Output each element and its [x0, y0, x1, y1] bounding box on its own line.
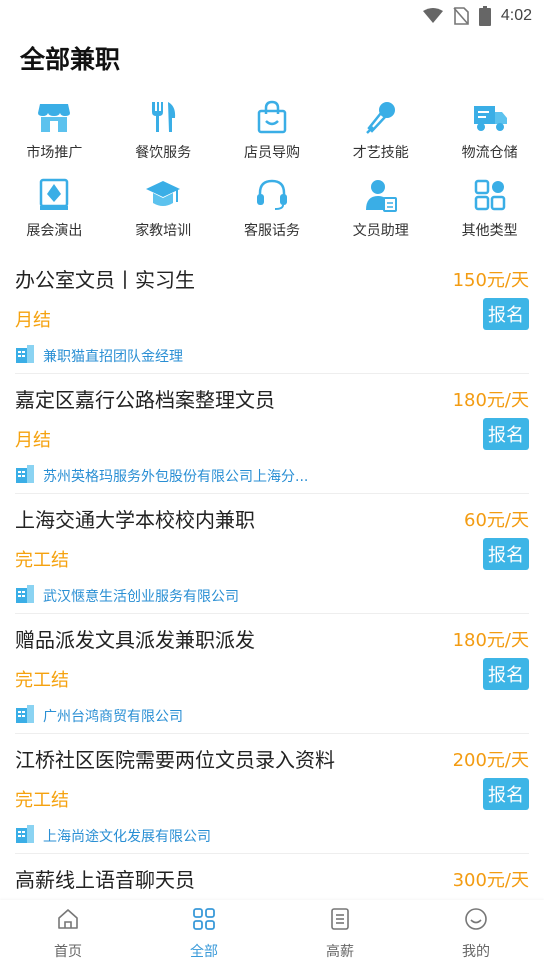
bottom-tab-bar: 首页 全部 高薪 我的 [0, 900, 544, 968]
job-salary: 180元/天 [452, 630, 529, 651]
category-talent-skills[interactable]: 才艺技能 [326, 98, 435, 162]
signup-button[interactable]: 报名 [483, 538, 529, 570]
tab-high-pay[interactable]: 高薪 [272, 900, 408, 968]
job-settlement: 月结 [15, 430, 51, 451]
category-label: 家教培训 [135, 223, 192, 239]
category-other[interactable]: 其他类型 [435, 176, 544, 240]
shop-icon [35, 98, 73, 136]
category-label: 客服话务 [243, 223, 300, 239]
graduation-cap-icon [144, 176, 182, 214]
tab-label: 高薪 [326, 944, 354, 960]
home-icon [56, 907, 80, 935]
company-info: 苏州英格玛服务外包股份有限公司上海分... [15, 464, 308, 488]
signup-button[interactable]: 报名 [483, 298, 529, 330]
category-logistics[interactable]: 物流仓储 [435, 98, 544, 162]
company-info: 广州台鸿商贸有限公司 [15, 704, 183, 728]
job-salary: 60元/天 [464, 510, 529, 531]
category-label: 文员助理 [352, 223, 409, 239]
job-card[interactable]: 赠品派发文具派发兼职派发 180元/天 完工结 报名 广州台鸿商贸有限公司 [15, 614, 529, 734]
category-label: 物流仓储 [461, 145, 518, 161]
company-name: 武汉惬意生活创业服务有限公司 [43, 589, 239, 605]
building-icon [15, 464, 35, 488]
category-tutoring[interactable]: 家教培训 [109, 176, 218, 240]
job-card[interactable]: 上海交通大学本校校内兼职 60元/天 完工结 报名 武汉惬意生活创业服务有限公司 [15, 494, 529, 614]
category-clerk-assistant[interactable]: 文员助理 [326, 176, 435, 240]
category-catering[interactable]: 餐饮服务 [109, 98, 218, 162]
fork-knife-icon [144, 98, 182, 136]
job-title: 高薪线上语音聊天员 [15, 868, 195, 892]
company-name: 苏州英格玛服务外包股份有限公司上海分... [43, 469, 309, 485]
building-icon [15, 344, 35, 368]
company-info: 上海尚途文化发展有限公司 [15, 824, 211, 848]
grid-icon [471, 176, 509, 214]
job-title: 江桥社区医院需要两位文员录入资料 [15, 748, 335, 772]
clerk-icon [362, 176, 400, 214]
smile-icon [464, 907, 488, 935]
category-label: 餐饮服务 [135, 145, 192, 161]
job-title: 赠品派发文具派发兼职派发 [15, 628, 255, 652]
job-list: 办公室文员丨实习生 150元/天 月结 报名 兼职猫直招团队金经理 嘉定区嘉行公… [0, 254, 544, 968]
truck-icon [471, 98, 509, 136]
job-salary: 150元/天 [452, 270, 529, 291]
job-title: 上海交通大学本校校内兼职 [15, 508, 255, 532]
tab-label: 首页 [54, 944, 82, 960]
category-sales-guide[interactable]: 店员导购 [218, 98, 327, 162]
category-label: 店员导购 [243, 145, 300, 161]
tab-home[interactable]: 首页 [0, 900, 136, 968]
category-market-promotion[interactable]: 市场推广 [0, 98, 109, 162]
category-exhibition[interactable]: 展会演出 [0, 176, 109, 240]
company-info: 武汉惬意生活创业服务有限公司 [15, 584, 239, 608]
job-title: 办公室文员丨实习生 [15, 268, 195, 292]
category-label: 才艺技能 [352, 145, 409, 161]
category-grid: 市场推广 餐饮服务 店员导购 才艺技能 物流仓储 展会演出 家教培训 客服话务 … [0, 98, 544, 240]
wifi-icon [422, 8, 443, 24]
pen-nib-icon [35, 176, 73, 214]
headset-icon [253, 176, 291, 214]
job-salary: 200元/天 [452, 750, 529, 771]
status-time: 4:02 [500, 7, 532, 24]
shopping-bag-icon [253, 98, 291, 136]
page-title: 全部兼职 [20, 45, 121, 74]
job-salary: 300元/天 [452, 870, 529, 891]
job-settlement: 完工结 [15, 670, 69, 691]
building-icon [15, 584, 35, 608]
company-name: 兼职猫直招团队金经理 [43, 349, 183, 365]
microphone-icon [362, 98, 400, 136]
building-icon [15, 824, 35, 848]
tab-mine[interactable]: 我的 [408, 900, 544, 968]
category-label: 市场推广 [26, 145, 83, 161]
company-name: 广州台鸿商贸有限公司 [43, 709, 183, 725]
job-settlement: 完工结 [15, 790, 69, 811]
job-card[interactable]: 江桥社区医院需要两位文员录入资料 200元/天 完工结 报名 上海尚途文化发展有… [15, 734, 529, 854]
job-title: 嘉定区嘉行公路档案整理文员 [15, 388, 275, 412]
category-label: 展会演出 [26, 223, 83, 239]
grid-icon [192, 907, 216, 935]
job-card[interactable]: 嘉定区嘉行公路档案整理文员 180元/天 月结 报名 苏州英格玛服务外包股份有限… [15, 374, 529, 494]
category-label: 其他类型 [461, 223, 518, 239]
company-name: 上海尚途文化发展有限公司 [43, 829, 211, 845]
status-bar: 4:02 [0, 0, 544, 32]
job-settlement: 完工结 [15, 550, 69, 571]
company-info: 兼职猫直招团队金经理 [15, 344, 183, 368]
list-icon [328, 907, 352, 935]
battery-icon [478, 6, 491, 26]
signup-button[interactable]: 报名 [483, 658, 529, 690]
job-salary: 180元/天 [452, 390, 529, 411]
job-card[interactable]: 办公室文员丨实习生 150元/天 月结 报名 兼职猫直招团队金经理 [15, 254, 529, 374]
tab-label: 我的 [462, 944, 490, 960]
job-settlement: 月结 [15, 310, 51, 331]
no-sim-icon [453, 7, 469, 25]
signup-button[interactable]: 报名 [483, 778, 529, 810]
category-customer-service[interactable]: 客服话务 [218, 176, 327, 240]
tab-label: 全部 [190, 944, 218, 960]
signup-button[interactable]: 报名 [483, 418, 529, 450]
tab-all[interactable]: 全部 [136, 900, 272, 968]
building-icon [15, 704, 35, 728]
